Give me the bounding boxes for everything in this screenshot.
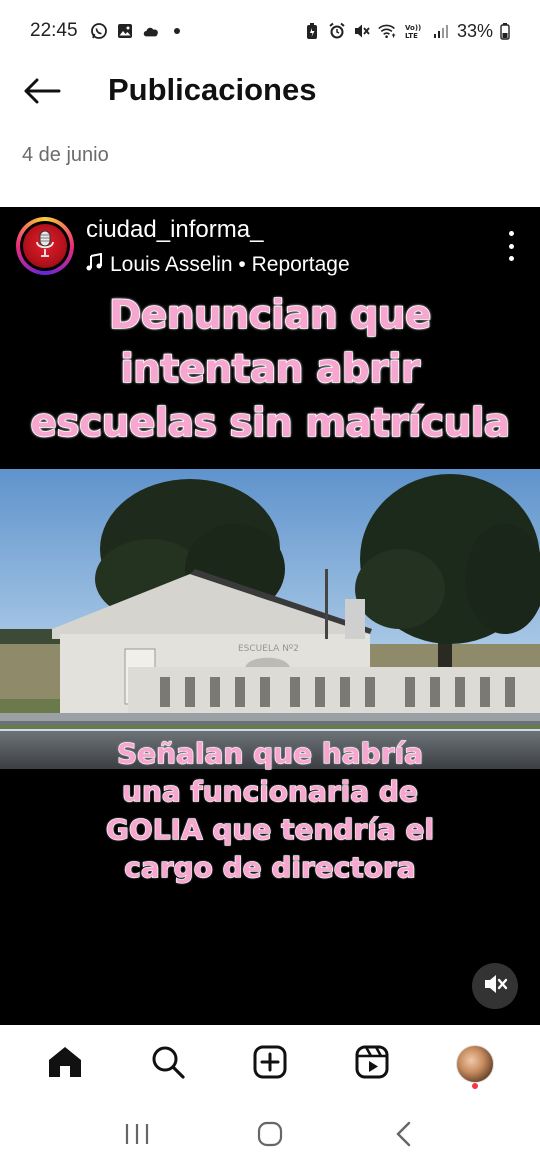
nav-reels[interactable] — [345, 1037, 399, 1091]
headline-line: intentan abrir — [120, 346, 421, 393]
more-options-button[interactable] — [504, 231, 518, 261]
headline-line: Denuncian que — [108, 292, 432, 339]
mute-toggle-button[interactable] — [472, 963, 518, 1009]
audio-label: Louis Asselin • Reportage — [110, 253, 350, 276]
dot-icon — [168, 22, 186, 40]
wifi-icon — [378, 22, 396, 40]
battery-icon — [500, 22, 510, 40]
recent-apps-icon — [124, 1122, 150, 1151]
arrow-left-icon — [23, 78, 61, 109]
chevron-left-icon — [394, 1121, 412, 1152]
home-icon — [47, 1045, 83, 1084]
nav-home[interactable] — [38, 1037, 92, 1091]
caption-line: cargo de directora — [124, 850, 417, 884]
status-bar: 22:45 Vo)) LTE 33% — [0, 0, 540, 62]
notification-dot — [471, 1083, 478, 1089]
headline-line: escuelas sin matrícula — [30, 400, 511, 447]
school-sign-text: ESCUELA Nº2 — [238, 644, 299, 654]
nav-profile[interactable] — [448, 1037, 502, 1091]
username[interactable]: ciudad_informa_ — [86, 216, 263, 244]
nav-search[interactable] — [141, 1037, 195, 1091]
page-title: Publicaciones — [108, 72, 317, 107]
reels-icon — [355, 1045, 389, 1084]
create-icon — [253, 1045, 287, 1084]
status-time: 22:45 — [30, 20, 78, 41]
reel-post[interactable]: ciudad_informa_ Louis Asselin • Reportag… — [0, 207, 540, 1025]
system-navigation — [0, 1103, 540, 1170]
image-icon — [116, 22, 134, 40]
search-icon — [151, 1045, 185, 1084]
cloud-icon — [142, 22, 160, 40]
status-right: Vo)) LTE 33% — [303, 21, 510, 42]
account-avatar[interactable] — [16, 217, 74, 275]
home-button[interactable] — [245, 1112, 295, 1162]
more-dots-icon — [508, 231, 514, 236]
battery-saver-icon — [303, 22, 321, 40]
bottom-navigation — [0, 1025, 540, 1103]
caption-line: Señalan que habría — [116, 736, 424, 770]
whatsapp-icon — [90, 22, 108, 40]
reel-caption: Señalan que habría una funcionaria de GO… — [0, 735, 540, 887]
status-left: 22:45 — [30, 20, 186, 42]
battery-percent: 33% — [456, 20, 493, 41]
audio-info[interactable]: Louis Asselin • Reportage — [86, 252, 350, 277]
post-date: 4 de junio — [22, 144, 109, 166]
school-photo: ESCUELA Nº2 — [0, 469, 540, 769]
caption-line: una funcionaria de — [121, 774, 418, 808]
alarm-icon — [328, 22, 346, 40]
volte-icon: Vo)) LTE — [403, 22, 425, 40]
mute-icon — [353, 22, 371, 40]
profile-avatar — [455, 1045, 494, 1083]
caption-line: GOLIA que tendría el — [105, 812, 435, 846]
post-header: ciudad_informa_ Louis Asselin • Reportag… — [0, 207, 540, 285]
reel-headline: Denuncian que intentan abrir escuelas si… — [0, 289, 540, 451]
svg-text:Vo)): Vo)) — [405, 24, 421, 32]
music-note-icon — [86, 252, 102, 277]
signal-icon — [432, 22, 450, 40]
nav-create[interactable] — [243, 1037, 297, 1091]
back-button[interactable] — [22, 76, 62, 110]
home-circle-icon — [257, 1121, 283, 1152]
recent-apps-button[interactable] — [112, 1112, 162, 1162]
microphone-icon — [34, 229, 56, 264]
app-header: Publicaciones — [0, 62, 540, 124]
svg-text:LTE: LTE — [405, 32, 418, 40]
speaker-muted-icon — [482, 972, 508, 1001]
system-back-button[interactable] — [378, 1112, 428, 1162]
